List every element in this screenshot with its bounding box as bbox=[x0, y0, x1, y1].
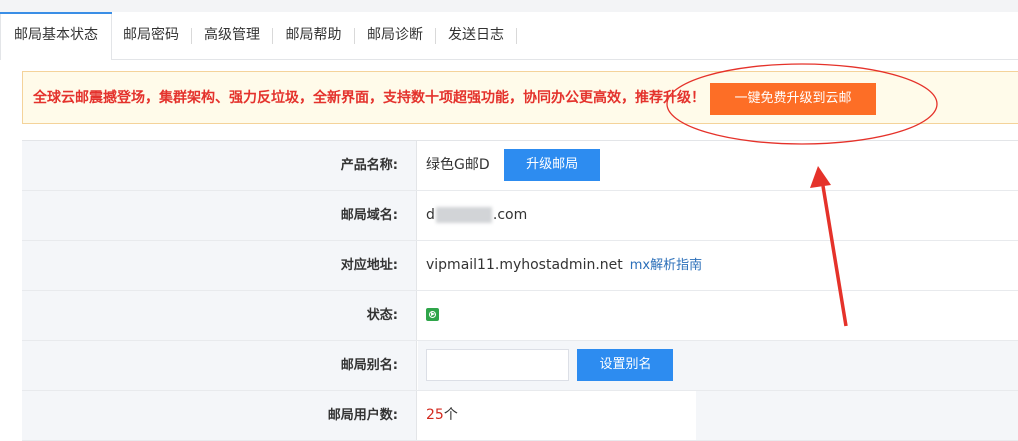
product-name-value: 绿色G邮D bbox=[426, 157, 490, 173]
row-address: 对应地址: vipmail11.myhostadmin.net mx解析指南 bbox=[22, 241, 1018, 291]
address-value: vipmail11.myhostadmin.net bbox=[426, 257, 623, 273]
row-user-count: 邮局用户数: 25个 bbox=[22, 391, 1018, 441]
upgrade-to-cloud-button[interactable]: 一键免费升级到云邮 bbox=[710, 83, 876, 115]
upgrade-mailbox-button[interactable]: 升级邮局 bbox=[504, 149, 601, 181]
cloud-mail-notice: 全球云邮震撼登场，集群架构、强力反垃圾，全新界面，支持数十项超强功能，协同办公更… bbox=[22, 71, 1018, 124]
top-strip bbox=[0, 0, 1018, 12]
tab-send-log[interactable]: 发送日志 bbox=[436, 12, 516, 59]
tab-separator bbox=[516, 28, 517, 44]
status-label: 状态: bbox=[22, 291, 417, 340]
tab-basic-status[interactable]: 邮局基本状态 bbox=[0, 12, 112, 60]
row-alias: 邮局别名: 设置别名 bbox=[22, 341, 1018, 391]
domain-cell: d .com bbox=[418, 191, 1018, 240]
status-cell bbox=[418, 291, 1018, 340]
tab-help[interactable]: 邮局帮助 bbox=[273, 12, 354, 59]
user-count-cell: 25个 bbox=[418, 391, 704, 440]
alias-label: 邮局别名: bbox=[22, 341, 417, 390]
address-cell: vipmail11.myhostadmin.net mx解析指南 bbox=[418, 241, 1018, 290]
address-label: 对应地址: bbox=[22, 241, 417, 290]
mx-guide-link[interactable]: mx解析指南 bbox=[630, 258, 702, 273]
tab-advanced[interactable]: 高级管理 bbox=[192, 12, 272, 59]
tab-bar: 邮局基本状态 邮局密码 高级管理 邮局帮助 邮局诊断 发送日志 bbox=[0, 12, 1018, 60]
mailbox-info-table: 产品名称: 绿色G邮D 升级邮局 邮局域名: d .com 对应地址: vipma… bbox=[22, 140, 1018, 441]
notice-text: 全球云邮震撼登场，集群架构、强力反垃圾，全新界面，支持数十项超强功能，协同办公更… bbox=[33, 90, 705, 106]
domain-label: 邮局域名: bbox=[22, 191, 417, 240]
tab-password[interactable]: 邮局密码 bbox=[111, 12, 191, 59]
product-name-label: 产品名称: bbox=[22, 141, 417, 190]
user-count-value: 25 bbox=[426, 407, 444, 423]
set-alias-button[interactable]: 设置别名 bbox=[577, 349, 674, 381]
row-product-name: 产品名称: 绿色G邮D 升级邮局 bbox=[22, 141, 1018, 191]
alias-input[interactable] bbox=[426, 349, 569, 381]
tab-diagnose[interactable]: 邮局诊断 bbox=[355, 12, 435, 59]
product-name-cell: 绿色G邮D 升级邮局 bbox=[418, 141, 1018, 190]
alias-cell: 设置别名 bbox=[418, 341, 1018, 390]
user-count-unit: 个 bbox=[443, 407, 458, 423]
status-play-icon bbox=[426, 307, 439, 321]
domain-suffix: .com bbox=[492, 207, 528, 223]
row-filler bbox=[696, 391, 1018, 440]
redacted-blur bbox=[435, 207, 492, 223]
row-status: 状态: bbox=[22, 291, 1018, 341]
user-count-label: 邮局用户数: bbox=[22, 391, 417, 440]
row-domain: 邮局域名: d .com bbox=[22, 191, 1018, 241]
domain-prefix: d bbox=[426, 207, 435, 223]
